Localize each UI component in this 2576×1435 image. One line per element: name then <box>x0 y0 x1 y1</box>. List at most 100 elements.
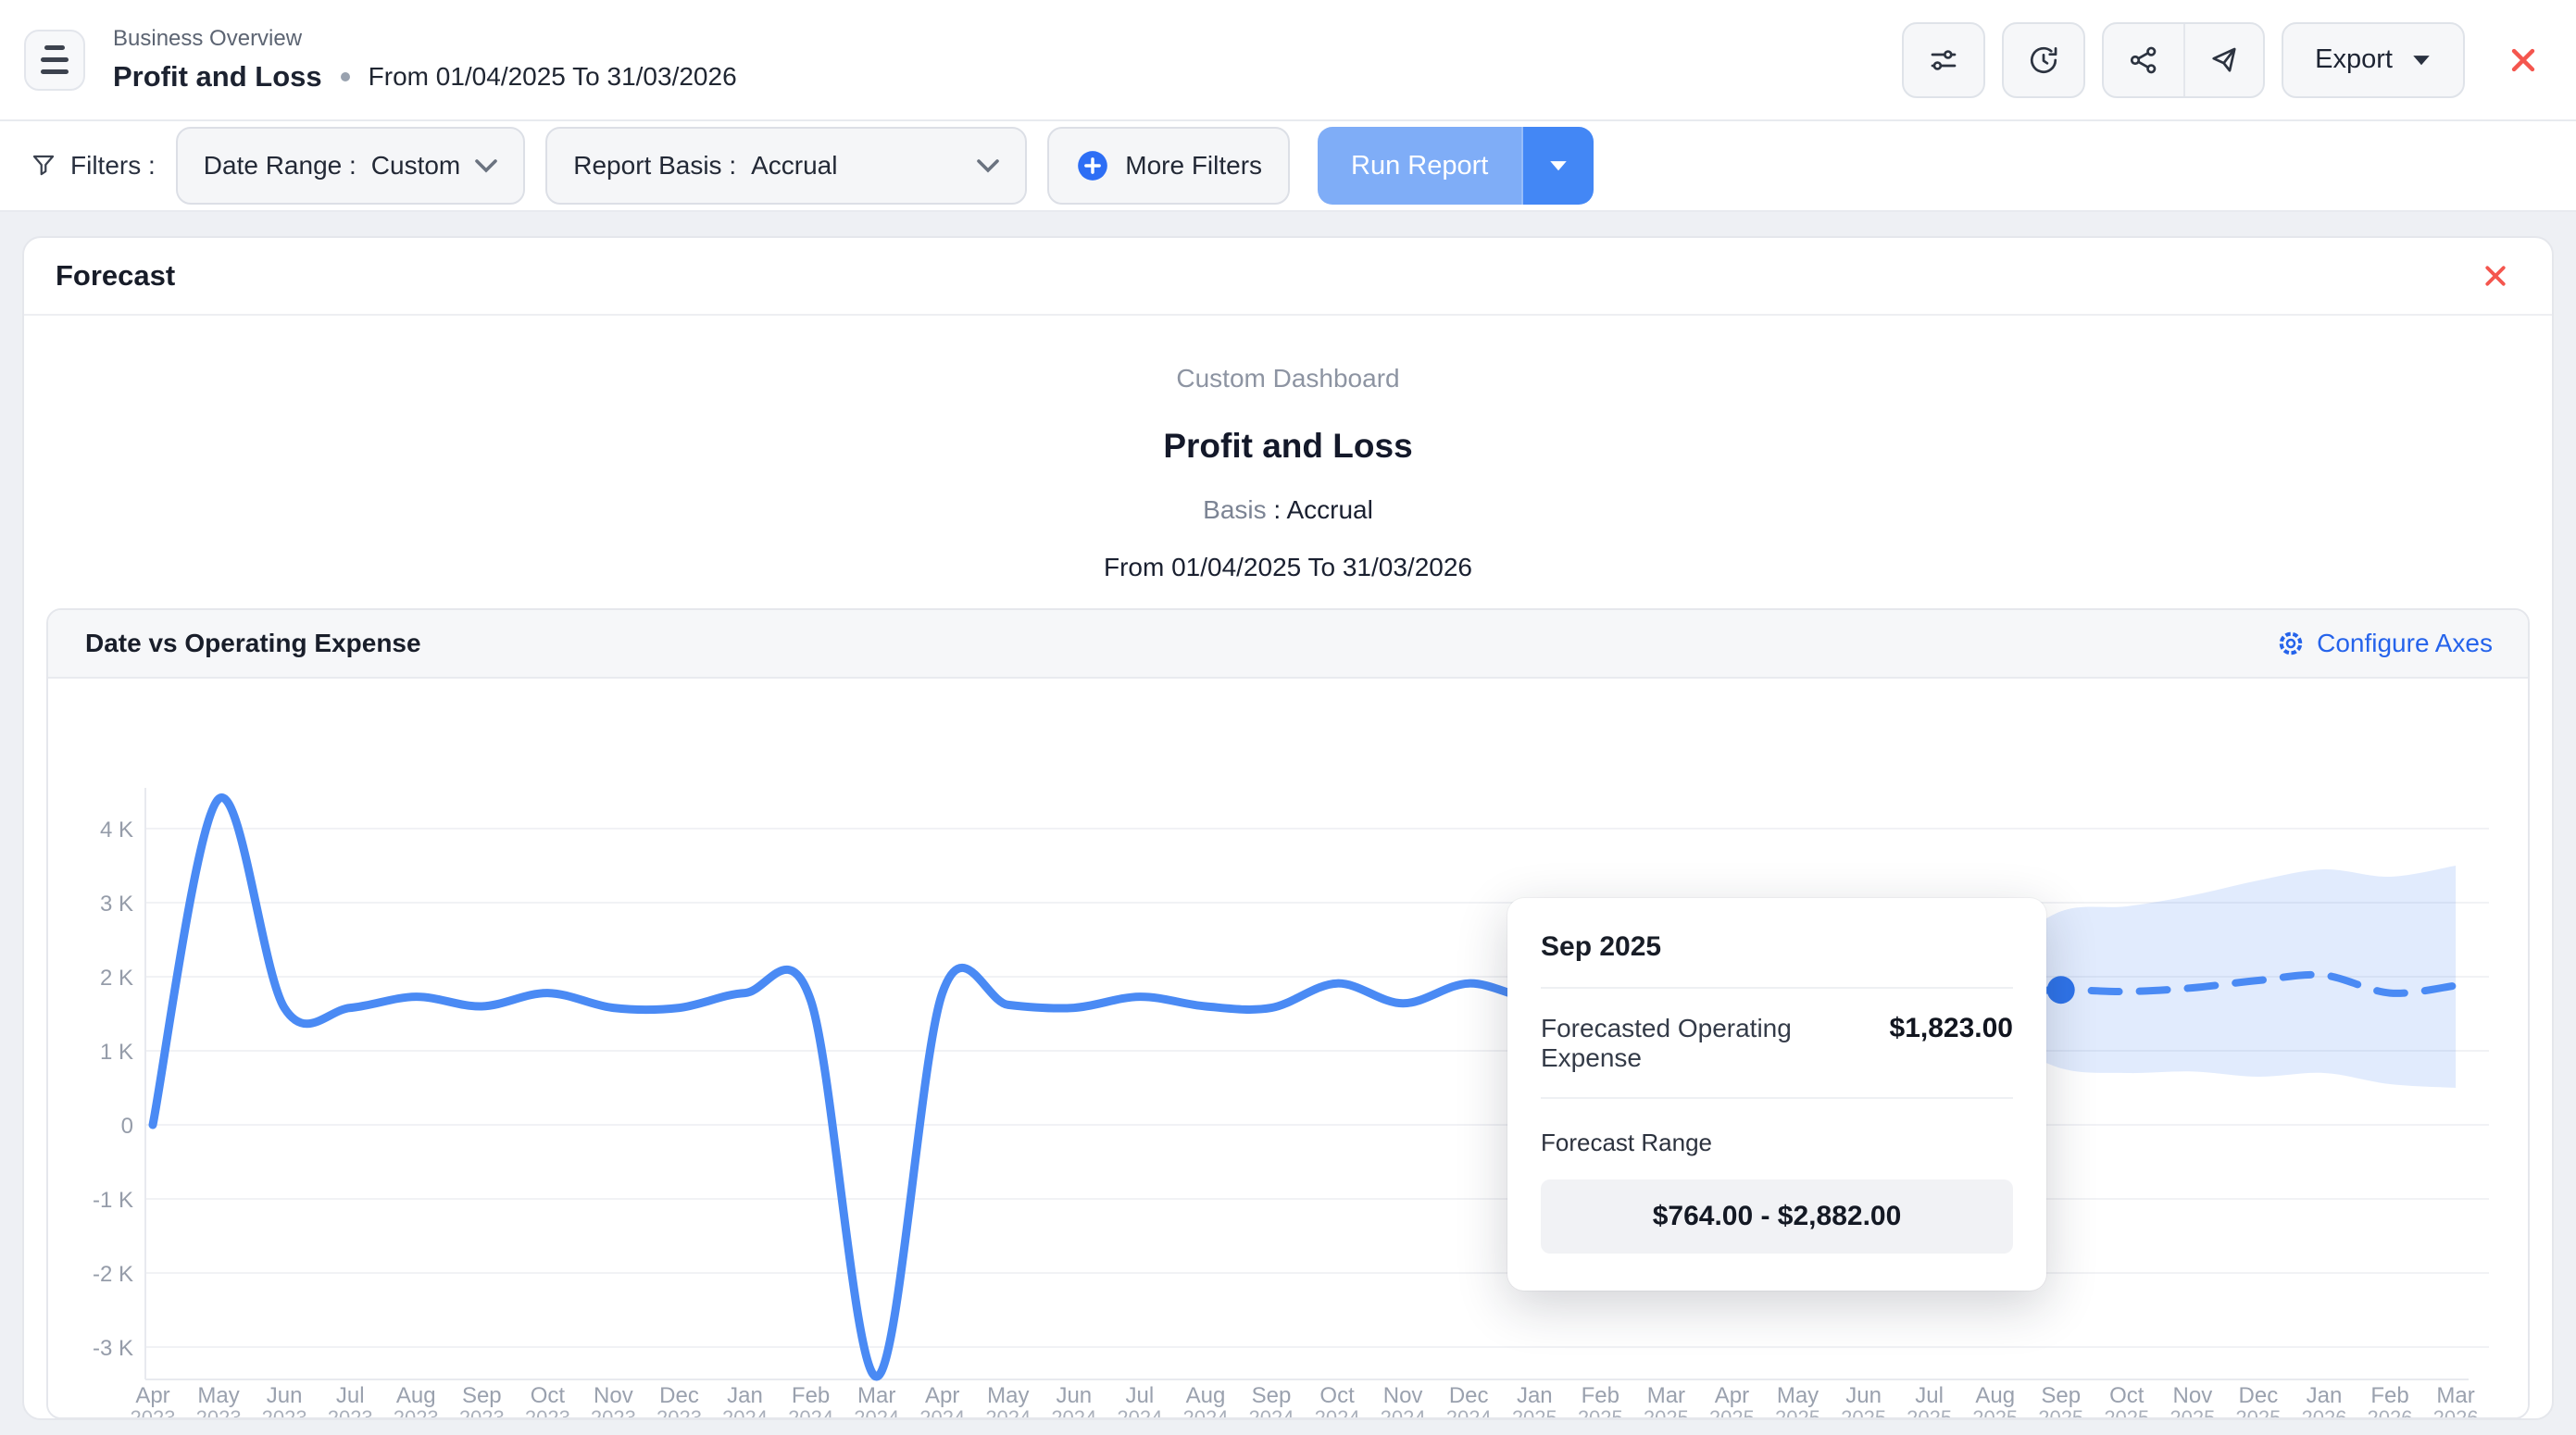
run-report-button[interactable]: Run Report <box>1318 127 1521 205</box>
customize-button[interactable] <box>1902 22 1985 98</box>
divider <box>1541 1097 2013 1099</box>
svg-text:2024: 2024 <box>1249 1406 1294 1417</box>
chart-tooltip: Sep 2025 Forecasted Operating Expense $1… <box>1507 898 2046 1291</box>
svg-text:2024: 2024 <box>1117 1406 1162 1417</box>
configure-axes-button[interactable]: Configure Axes <box>2276 629 2493 658</box>
svg-text:2023: 2023 <box>657 1406 702 1417</box>
refresh-history-button[interactable] <box>2002 22 2085 98</box>
svg-text:2 K: 2 K <box>100 966 133 991</box>
panel-title: Forecast <box>56 259 175 293</box>
svg-text:2024: 2024 <box>1446 1406 1492 1417</box>
svg-text:Aug: Aug <box>396 1383 436 1408</box>
svg-text:Oct: Oct <box>1319 1383 1355 1408</box>
svg-text:Feb: Feb <box>792 1383 830 1408</box>
svg-text:2023: 2023 <box>591 1406 636 1417</box>
caret-down-icon <box>2411 54 2432 67</box>
svg-text:Dec: Dec <box>659 1383 699 1408</box>
svg-text:1 K: 1 K <box>100 1040 133 1065</box>
svg-text:Mar: Mar <box>2436 1383 2474 1408</box>
svg-text:2025: 2025 <box>2170 1406 2215 1417</box>
caret-down-icon <box>1548 159 1569 172</box>
svg-text:Mar: Mar <box>857 1383 895 1408</box>
chart-card: Date vs Operating Expense Configure Axes… <box>46 608 2530 1419</box>
breadcrumb: Business Overview <box>113 26 737 52</box>
share-button[interactable] <box>2104 24 2183 96</box>
svg-text:Jan: Jan <box>2307 1383 2343 1408</box>
funnel-icon <box>30 152 57 180</box>
svg-text:Dec: Dec <box>2239 1383 2279 1408</box>
svg-text:Mar: Mar <box>1647 1383 1685 1408</box>
svg-text:2024: 2024 <box>1315 1406 1360 1417</box>
svg-text:2025: 2025 <box>1907 1406 1952 1417</box>
svg-text:2024: 2024 <box>722 1406 768 1417</box>
divider <box>1541 987 2013 989</box>
svg-text:Jul: Jul <box>1126 1383 1155 1408</box>
svg-text:3 K: 3 K <box>100 892 133 917</box>
chevron-down-icon <box>475 158 497 173</box>
run-report-caret-button[interactable] <box>1521 127 1594 205</box>
export-button[interactable]: Export <box>2282 22 2465 98</box>
report-heading: Custom Dashboard Profit and Loss Basis :… <box>24 316 2552 582</box>
svg-text:Jul: Jul <box>336 1383 365 1408</box>
svg-text:2024: 2024 <box>854 1406 899 1417</box>
date-range-label: Date Range : <box>204 151 356 181</box>
svg-text:2025: 2025 <box>1512 1406 1557 1417</box>
svg-text:Nov: Nov <box>2173 1383 2213 1408</box>
tooltip-metric-value: $1,823.00 <box>1890 1013 2013 1044</box>
svg-text:2023: 2023 <box>328 1406 373 1417</box>
svg-text:-3 K: -3 K <box>93 1336 133 1361</box>
report-basis-dropdown[interactable]: Report Basis : Accrual <box>545 127 1027 205</box>
svg-text:May: May <box>987 1383 1029 1408</box>
configure-axes-label: Configure Axes <box>2317 629 2493 658</box>
svg-text:2024: 2024 <box>1051 1406 1096 1417</box>
svg-text:2023: 2023 <box>196 1406 242 1417</box>
forecast-panel: Forecast Custom Dashboard Profit and Los… <box>22 236 2554 1420</box>
date-range-dropdown[interactable]: Date Range : Custom <box>176 127 525 205</box>
forecast-panel-header: Forecast <box>24 238 2552 316</box>
svg-text:2026: 2026 <box>2433 1406 2479 1417</box>
svg-text:2024: 2024 <box>1381 1406 1426 1417</box>
svg-text:2025: 2025 <box>2235 1406 2281 1417</box>
svg-text:2026: 2026 <box>2302 1406 2347 1417</box>
svg-text:2025: 2025 <box>2104 1406 2149 1417</box>
dashboard-label: Custom Dashboard <box>24 364 2552 393</box>
top-header: Business Overview Profit and Loss From 0… <box>0 0 2576 121</box>
svg-text:2026: 2026 <box>2368 1406 2413 1417</box>
svg-text:2024: 2024 <box>985 1406 1031 1417</box>
svg-text:Nov: Nov <box>1383 1383 1423 1408</box>
close-forecast-button[interactable] <box>2482 262 2509 290</box>
svg-text:Apr: Apr <box>925 1383 959 1408</box>
svg-text:Jun: Jun <box>1056 1383 1092 1408</box>
sidebar-toggle-button[interactable] <box>24 30 85 91</box>
tooltip-metric-label: Forecasted Operating Expense <box>1541 1014 1862 1073</box>
page-title: Profit and Loss <box>113 60 322 94</box>
chart-header: Date vs Operating Expense Configure Axes <box>48 610 2528 679</box>
basis-value: Accrual <box>1286 495 1372 524</box>
close-report-button[interactable] <box>2507 44 2539 76</box>
report-title: Profit and Loss <box>24 427 2552 466</box>
close-icon <box>2482 262 2509 290</box>
title-block: Business Overview Profit and Loss From 0… <box>113 26 737 94</box>
svg-text:2025: 2025 <box>1578 1406 1623 1417</box>
export-label: Export <box>2315 44 2393 75</box>
history-icon <box>2027 44 2060 77</box>
filter-bar: Filters : Date Range : Custom Report Bas… <box>0 121 2576 212</box>
tooltip-range-label: Forecast Range <box>1541 1129 2013 1157</box>
chart-canvas[interactable]: 4 K3 K2 K1 K0-1 K-2 K-3 KApr2023May2023J… <box>48 679 2528 1417</box>
basis-label: Basis <box>1203 495 1266 524</box>
send-button[interactable] <box>2183 24 2263 96</box>
svg-text:Apr: Apr <box>1715 1383 1749 1408</box>
svg-text:Jun: Jun <box>267 1383 303 1408</box>
svg-text:Aug: Aug <box>1975 1383 2015 1408</box>
more-filters-button[interactable]: More Filters <box>1047 127 1290 205</box>
period-line: From 01/04/2025 To 31/03/2026 <box>24 553 2552 582</box>
header-actions: Export <box>1902 22 2539 98</box>
send-icon <box>2207 44 2241 77</box>
share-icon <box>2127 44 2160 77</box>
tooltip-range-value: $764.00 - $2,882.00 <box>1541 1179 2013 1254</box>
report-basis-value: Accrual <box>751 151 837 181</box>
date-range-value: Custom <box>371 151 460 181</box>
svg-text:Jun: Jun <box>1845 1383 1882 1408</box>
svg-text:2025: 2025 <box>1775 1406 1820 1417</box>
dot-separator <box>341 72 350 81</box>
